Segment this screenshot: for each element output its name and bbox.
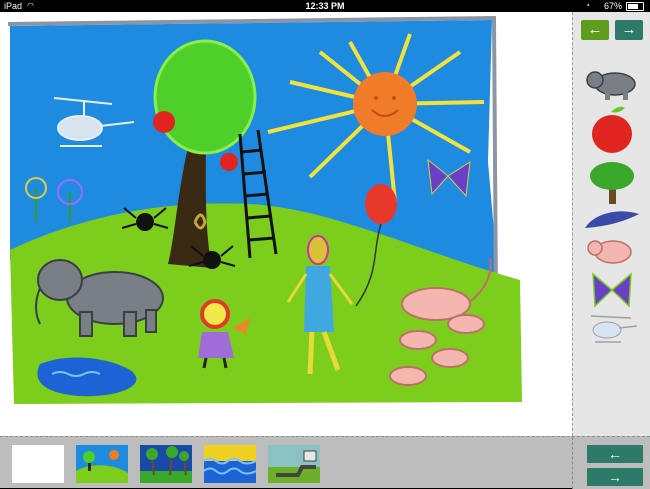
scene-tray: ← → — [0, 436, 650, 489]
rat — [431, 348, 469, 368]
blank-scene-thumb[interactable] — [12, 445, 64, 483]
balloon — [365, 184, 397, 224]
tree-stamp[interactable] — [581, 160, 643, 206]
helicopter-stamp[interactable] — [581, 310, 643, 346]
scene-tray-nav: ← → — [572, 437, 650, 489]
sidebar-forward-button[interactable]: → — [615, 20, 643, 40]
road-scene-thumb[interactable] — [268, 445, 320, 483]
battery-percent: 67% — [603, 1, 622, 11]
sun-eye-right — [392, 96, 396, 100]
rat — [399, 330, 437, 350]
sidebar-back-button[interactable]: ← — [581, 20, 609, 40]
scene-back-button[interactable]: ← — [587, 445, 643, 463]
sun-eye-left — [374, 96, 378, 100]
butterfly-stamp[interactable] — [581, 270, 643, 310]
clock: 12:33 PM — [305, 1, 345, 11]
sun-face — [353, 72, 417, 136]
apple — [153, 111, 175, 133]
drawing-canvas[interactable] — [0, 12, 572, 436]
apple-stamp[interactable] — [581, 104, 643, 156]
status-bar: iPad ◠ 12:33 PM ◔ 67% — [0, 0, 650, 12]
rat — [389, 366, 427, 386]
blue-cloud-stamp[interactable] — [581, 206, 643, 234]
park-scene-thumb[interactable] — [76, 445, 128, 483]
apple — [220, 153, 238, 171]
child-drawing[interactable] — [0, 12, 572, 436]
rotation-lock-icon: ◔ — [585, 1, 590, 10]
elephant-stamp[interactable] — [581, 66, 643, 102]
ocean-waves-scene-thumb[interactable] — [204, 445, 256, 483]
scene-forward-button[interactable]: → — [587, 468, 643, 486]
pig-stamp[interactable] — [581, 234, 643, 268]
battery-icon — [626, 2, 644, 11]
palm-beach-scene-thumb[interactable] — [140, 445, 192, 483]
stamp-sidebar: ← → — [572, 12, 650, 436]
rat — [447, 314, 485, 334]
